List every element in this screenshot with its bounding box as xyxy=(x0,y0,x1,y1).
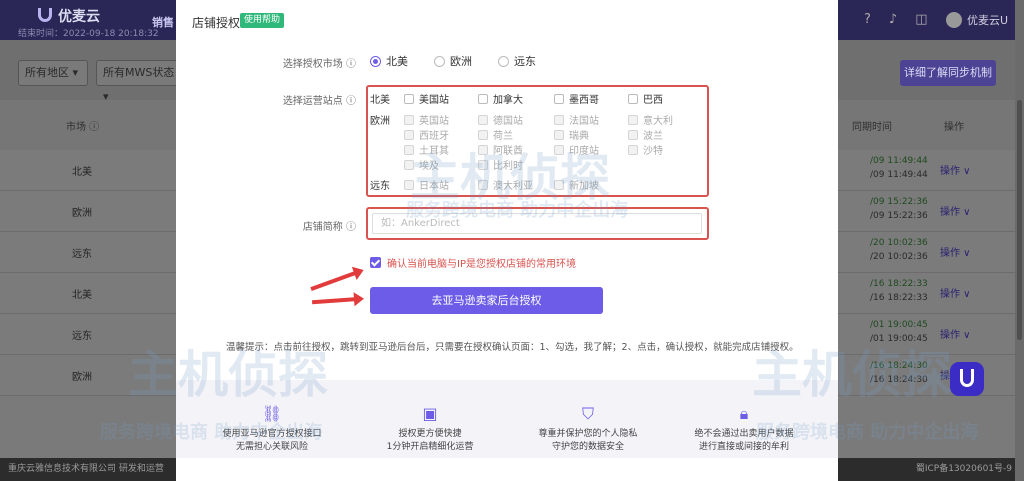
floating-assistant-button[interactable] xyxy=(950,362,984,396)
radio-dot xyxy=(498,55,509,67)
checkbox-site-ca[interactable]: 加拿大 xyxy=(478,91,523,106)
brand-logo-icon xyxy=(38,8,52,22)
checkbox-site-de: 德国站 xyxy=(478,112,523,127)
checkbox-site-uk: 英国站 xyxy=(404,112,449,127)
annotation-arrow xyxy=(310,270,359,291)
checkbox-site-mx[interactable]: 墨西哥 xyxy=(554,91,599,106)
watermark-slogan: 服务跨境电商 助力中企出海 xyxy=(100,422,323,443)
shield-icon: ⛉ xyxy=(581,404,594,423)
feature-item: ▣ 授权更方便快捷 1分钟开启精细化运营 xyxy=(386,404,474,452)
cart-icon[interactable]: ◫ xyxy=(915,12,927,27)
bell-icon[interactable]: ♪ xyxy=(889,12,897,27)
user-menu[interactable]: 优麦云U xyxy=(946,12,1008,28)
checkbox-icon xyxy=(404,93,414,104)
mws-status-select[interactable]: 所有MWS状态 ▾ xyxy=(96,60,182,103)
checkbox-site-br[interactable]: 巴西 xyxy=(628,91,663,106)
checkbox-site-us[interactable]: 美国站 xyxy=(404,91,449,106)
avatar xyxy=(946,12,962,28)
checkbox-icon xyxy=(554,93,564,104)
region-fe: 远东 xyxy=(370,181,390,192)
site-label: 选择运营站点 ⓘ xyxy=(282,96,356,107)
footer-company: 重庆云雅信息技术有限公司 研发和运营 xyxy=(8,464,164,474)
watermark-text: 主机侦探 xyxy=(128,346,328,404)
user-name: 优麦云U xyxy=(967,14,1009,27)
store-auth-modal: 店铺授权 使用帮助 选择授权市场 ⓘ 北美 欧洲 远东 选择运营站点 ⓘ 北美 … xyxy=(176,0,838,481)
col-operation: 操作 xyxy=(944,122,964,133)
sync-detail-button[interactable]: 详细了解同步机制 xyxy=(900,60,996,86)
radio-market-eu[interactable]: 欧洲 xyxy=(434,53,472,69)
region-na: 北美 xyxy=(370,95,390,106)
footer-icp[interactable]: 蜀ICP备13020601号-9 xyxy=(916,458,1012,481)
annotation-arrow xyxy=(311,297,359,305)
region-eu: 欧洲 xyxy=(370,116,390,127)
store-name-label: 店铺简称 ⓘ xyxy=(302,222,356,233)
expiry-info: 结束时间：2022-09-18 20:18:32 xyxy=(18,29,159,39)
watermark-slogan: 服务跨境电商 助力中企出海 xyxy=(406,200,629,221)
help-tag[interactable]: 使用帮助 xyxy=(240,13,285,28)
market-radio-group: 北美 欧洲 远东 xyxy=(370,53,536,69)
col-time: 同期时间 xyxy=(852,122,892,133)
watermark-text: 主机侦探 xyxy=(752,346,952,404)
chart-icon: ▣ xyxy=(422,404,438,423)
radio-market-fe[interactable]: 远东 xyxy=(498,53,536,69)
checkbox-icon xyxy=(628,93,638,104)
radio-dot xyxy=(370,55,381,67)
row-operation-button[interactable]: 操作 ∨ xyxy=(940,162,971,177)
row-operation-button[interactable]: 操作 ∨ xyxy=(940,285,971,300)
lock-icon: 🔒︎ xyxy=(739,404,749,423)
nav-item-sales[interactable]: 销售 xyxy=(152,14,174,30)
modal-title: 店铺授权 xyxy=(192,16,241,30)
col-market: 市场 ⓘ xyxy=(66,122,100,133)
watermark-slogan: 服务跨境电商 助力中企出海 xyxy=(756,422,979,443)
env-confirm-checkbox[interactable]: 确认当前电脑与IP是您授权店铺的常用环境 xyxy=(370,255,576,270)
topbar-icons: ? ♪ ◫ xyxy=(864,12,928,27)
checkbox-site-sa: 沙特 xyxy=(628,142,663,157)
checkbox-checked-icon xyxy=(370,257,381,268)
checkbox-icon xyxy=(478,93,488,104)
app-logo[interactable]: 优麦云 xyxy=(38,6,100,26)
scrollbar-thumb[interactable] xyxy=(1017,100,1022,340)
market-label: 选择授权市场 ⓘ xyxy=(282,59,356,70)
checkbox-site-pl: 波兰 xyxy=(628,127,663,142)
radio-market-na[interactable]: 北美 xyxy=(370,53,408,69)
feature-item: ⛉ 尊重并保护您的个人隐私 守护您的数据安全 xyxy=(538,404,638,452)
row-operation-button[interactable]: 操作 ∨ xyxy=(940,244,971,259)
help-icon[interactable]: ? xyxy=(864,12,871,27)
env-confirm-text: 确认当前电脑与IP是您授权店铺的常用环境 xyxy=(387,259,576,270)
brand-logo-icon xyxy=(960,369,974,387)
amazon-auth-button[interactable]: 去亚马逊卖家后台授权 xyxy=(370,287,603,314)
row-operation-button[interactable]: 操作 ∨ xyxy=(940,203,971,218)
checkbox-site-fr: 法国站 xyxy=(554,112,599,127)
checkbox-site-it: 意大利 xyxy=(628,112,673,127)
region-select[interactable]: 所有地区 ▾ xyxy=(18,60,88,86)
radio-dot xyxy=(434,55,445,67)
